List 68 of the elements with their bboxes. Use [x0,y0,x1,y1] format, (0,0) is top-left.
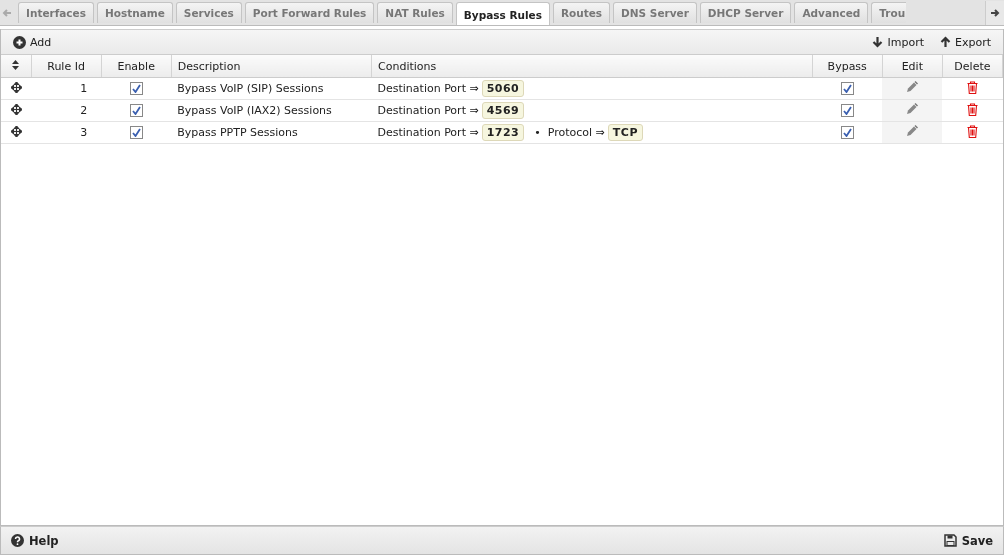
tab[interactable]: DHCP Server [699,2,792,23]
move-icon [10,103,22,115]
tab[interactable]: Advanced [794,2,869,23]
table-cell: 3 [31,121,102,144]
column-header[interactable]: Description [171,55,372,78]
right-arrow-icon [990,8,1000,18]
tab[interactable]: Interfaces [18,2,94,23]
table-cell: 1 [31,77,102,100]
checkbox[interactable] [129,104,143,118]
pencil-icon [906,125,919,137]
separator-dot: • [534,126,541,139]
move-icon [10,81,22,93]
table-cell: Bypass VoIP (IAX2) Sessions [171,99,372,122]
sort-icon [12,59,20,70]
condition-value: 4569 [481,102,525,119]
move-icon [10,125,22,137]
tab[interactable]: Hostname [96,2,173,23]
condition-label: Destination Port ⇒ [377,82,479,95]
sort-column-header[interactable] [1,55,32,78]
pencil-icon [906,103,919,115]
tab[interactable]: Bypass Rules [455,2,550,25]
up-arrow-icon [940,36,951,48]
checkbox[interactable] [129,82,143,96]
tab[interactable]: DNS Server [613,2,697,23]
checkbox[interactable] [840,104,854,118]
scroll-right-button[interactable] [985,1,1004,25]
check-icon [842,84,852,94]
export-button[interactable]: Export [934,35,997,49]
check-icon [131,106,141,116]
help-icon [11,534,24,547]
condition-value: 1723 [481,124,525,141]
checkbox[interactable] [129,126,143,140]
trash-icon [966,80,978,94]
check-icon [842,128,852,138]
column-header[interactable]: Bypass [812,55,883,78]
trash-icon [966,102,978,116]
help-button[interactable]: Help [7,533,63,548]
plus-circle-icon [13,35,26,49]
table-cell: Bypass VoIP (SIP) Sessions [171,77,372,100]
checkbox[interactable] [840,126,854,140]
tab[interactable]: Trou [871,2,907,23]
table-cell: 2 [31,99,102,122]
condition-label: Destination Port ⇒ [377,104,479,117]
tab[interactable]: NAT Rules [377,2,453,23]
condition-value: 5060 [481,80,525,97]
pencil-icon [906,81,919,93]
check-icon [131,128,141,138]
table-cell: Bypass PPTP Sessions [171,121,372,144]
tab[interactable]: Services [175,2,242,23]
condition-label: Protocol ⇒ [547,126,605,139]
check-icon [842,106,852,116]
import-button[interactable]: Import [866,35,930,49]
condition-label: Destination Port ⇒ [377,126,479,139]
check-icon [131,84,141,94]
add-button[interactable]: Add [7,35,58,49]
checkbox[interactable] [840,82,854,96]
tab[interactable]: Routes [552,2,611,23]
column-header[interactable]: Delete [942,55,1003,78]
condition-value: TCP [607,124,643,141]
down-arrow-icon [872,36,884,48]
left-arrow-icon [2,8,12,18]
column-header[interactable]: Edit [882,55,943,78]
column-header[interactable]: Conditions [371,55,813,78]
tab[interactable]: Port Forward Rules [244,2,375,23]
column-header[interactable]: Rule Id [31,55,102,78]
trash-icon [966,124,978,138]
save-button[interactable]: Save [939,533,997,548]
column-header[interactable]: Enable [101,55,172,78]
